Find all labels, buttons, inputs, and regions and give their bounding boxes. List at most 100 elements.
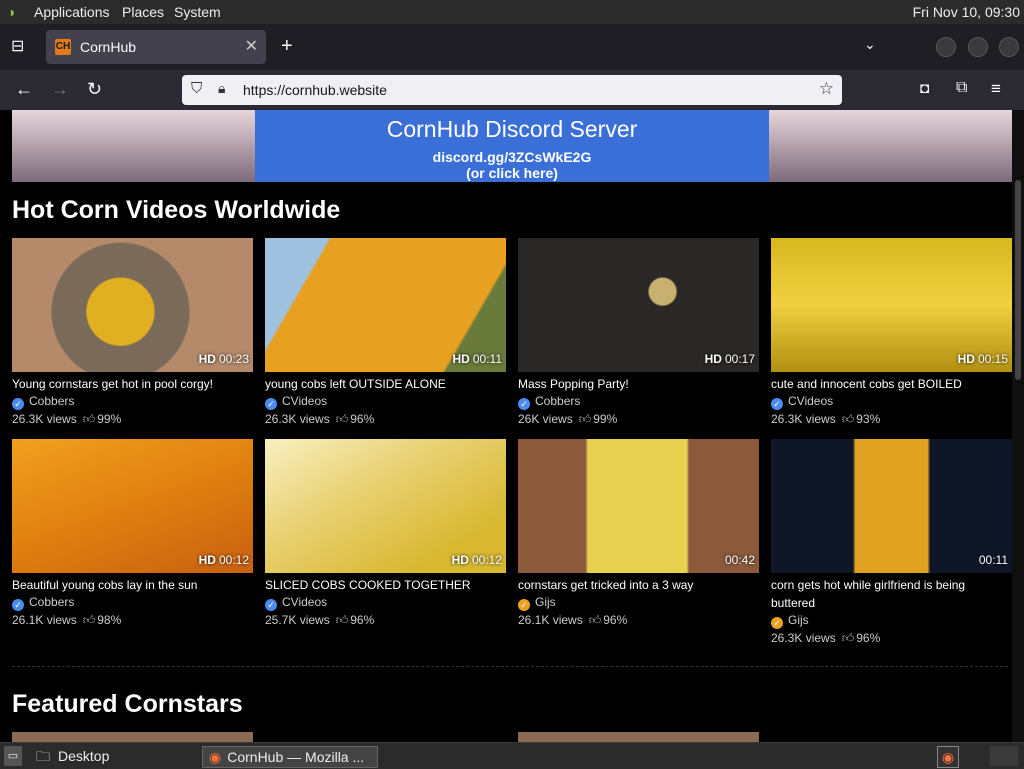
new-tab-icon[interactable]: + <box>281 35 293 58</box>
workspace-switcher-icon[interactable]: ◉ <box>937 746 959 768</box>
section-heading-featured: Featured Cornstars <box>12 690 243 718</box>
banner-right-image <box>769 110 1012 182</box>
close-window-icon[interactable] <box>999 37 1019 57</box>
channel-name[interactable]: Gijs <box>788 613 809 627</box>
thumbs-up-icon: 👍︎ <box>841 631 855 645</box>
channel-name[interactable]: Cobbers <box>535 394 580 408</box>
hd-badge: HD <box>957 352 975 366</box>
video-card[interactable]: HD 00:11 young cobs left OUTSIDE ALONE ✓ C… <box>265 238 506 428</box>
video-thumbnail[interactable]: HD 00:12 <box>265 439 506 573</box>
video-duration: 00:15 <box>977 352 1008 366</box>
video-card[interactable]: 00:42 cornstars get tricked into a 3 way… <box>518 439 759 629</box>
workspace-2[interactable] <box>990 746 1018 766</box>
verified-check-icon: ✓ <box>771 617 783 629</box>
video-thumbnail[interactable]: HD 00:11 <box>265 238 506 372</box>
tab-cornhub[interactable]: CH CornHub ✕ <box>46 30 266 64</box>
bookmark-star-icon[interactable]: ☆ <box>819 79 834 99</box>
video-card[interactable]: HD 00:23 Young cornstars get hot in pool … <box>12 238 253 428</box>
video-duration: 00:11 <box>978 553 1008 567</box>
applications-menu[interactable]: Applications <box>34 4 110 20</box>
video-card[interactable]: HD 00:15 cute and innocent cobs get BOILE… <box>771 238 1012 428</box>
view-count: 26.1K views <box>518 613 583 627</box>
thumbs-up-icon: 👍︎ <box>578 412 592 426</box>
page-content: CornHub Discord Server discord.gg/3ZCsWk… <box>0 110 1012 742</box>
video-thumbnail[interactable]: HD 00:12 <box>12 439 253 573</box>
verified-check-icon: ✓ <box>265 599 277 611</box>
video-thumbnail[interactable]: HD 00:15 <box>771 238 1012 372</box>
video-card[interactable]: HD 00:17 Mass Popping Party! ✓ Cobbers 26K… <box>518 238 759 428</box>
firefox-icon: ◉ <box>209 749 222 765</box>
url-bar[interactable]: ⛉ 🔒︎ https://cornhub.website ☆ <box>182 75 842 105</box>
channel-name[interactable]: CVideos <box>788 394 833 408</box>
video-thumbnail[interactable]: HD 00:17 <box>518 238 759 372</box>
video-title[interactable]: cornstars get tricked into a 3 way <box>518 576 759 594</box>
video-card[interactable]: HD 00:12 Beautiful young cobs lay in the … <box>12 439 253 629</box>
extensions-icon[interactable]: ⧉ <box>956 79 967 97</box>
gnome-foot-icon[interactable]: ◗ <box>8 4 16 20</box>
video-card[interactable]: 00:11 corn gets hot while girlfriend is … <box>771 439 1012 649</box>
tab-close-icon[interactable]: ✕ <box>245 36 258 56</box>
clock[interactable]: Fri Nov 10, 09:30 <box>913 4 1020 20</box>
view-count: 25.7K views <box>265 613 330 627</box>
video-title[interactable]: Beautiful young cobs lay in the sun <box>12 576 253 594</box>
nav-bar: ← → ↻ ⛉ 🔒︎ https://cornhub.website ☆ ◘ ⧉… <box>0 70 1024 110</box>
view-count: 26.3K views <box>12 412 77 426</box>
taskbar-desktop-label: Desktop <box>58 748 110 764</box>
video-title[interactable]: cute and innocent cobs get BOILED <box>771 375 1012 393</box>
maximize-window-icon[interactable] <box>968 37 988 57</box>
video-title[interactable]: young cobs left OUTSIDE ALONE <box>265 375 506 393</box>
rating: 96% <box>603 613 628 627</box>
system-menu[interactable]: System <box>174 4 221 20</box>
featured-cornstar-thumbnail[interactable] <box>518 732 759 742</box>
verified-check-icon: ✓ <box>12 599 24 611</box>
video-title[interactable]: corn gets hot while girlfriend is being … <box>771 576 1012 612</box>
video-thumbnail[interactable]: 00:42 <box>518 439 759 573</box>
taskbar-desktop[interactable]: 🗀︎ Desktop <box>36 746 186 766</box>
scrollbar-thumb[interactable] <box>1015 180 1021 380</box>
url-text[interactable]: https://cornhub.website <box>243 82 387 98</box>
channel-name[interactable]: Cobbers <box>29 595 74 609</box>
menu-hamburger-icon[interactable]: ≡ <box>991 79 1001 99</box>
featured-cornstar-thumbnail[interactable] <box>12 732 253 742</box>
thumbs-up-icon: 👍︎ <box>82 613 96 627</box>
view-count: 26.1K views <box>12 613 77 627</box>
list-all-tabs-icon[interactable]: ⌄ <box>864 36 876 53</box>
channel-name[interactable]: CVideos <box>282 394 327 408</box>
tracking-shield-icon[interactable]: ⛉ <box>191 80 202 97</box>
pocket-icon[interactable]: ◘ <box>920 80 929 97</box>
discord-banner[interactable]: CornHub Discord Server discord.gg/3ZCsWk… <box>12 110 1012 182</box>
show-desktop-icon[interactable]: ▭ <box>4 746 22 766</box>
channel-name[interactable]: Gijs <box>535 595 556 609</box>
channel-name[interactable]: CVideos <box>282 595 327 609</box>
reload-icon[interactable]: ↻ <box>87 79 102 100</box>
rating: 96% <box>350 613 375 627</box>
taskbar-firefox-window[interactable]: ◉ CornHub — Mozilla ... <box>202 746 378 768</box>
view-count: 26.3K views <box>771 631 836 645</box>
video-title[interactable]: Mass Popping Party! <box>518 375 759 393</box>
video-duration: 00:17 <box>724 352 755 366</box>
video-title[interactable]: Young cornstars get hot in pool corgy! <box>12 375 253 393</box>
lock-icon[interactable]: 🔒︎ <box>218 80 225 97</box>
thumbs-up-icon: 👍︎ <box>82 412 96 426</box>
hd-badge: HD <box>198 553 216 567</box>
video-duration: 00:42 <box>724 553 755 567</box>
tab-overview-icon[interactable]: ⊟ <box>11 36 24 56</box>
section-divider <box>12 666 1008 667</box>
video-thumbnail[interactable]: 00:11 <box>771 439 1012 573</box>
video-thumbnail[interactable]: HD 00:23 <box>12 238 253 372</box>
rating: 93% <box>856 412 881 426</box>
hd-badge: HD <box>198 352 216 366</box>
back-icon[interactable]: ← <box>15 79 33 100</box>
minimize-window-icon[interactable] <box>936 37 956 57</box>
banner-title: CornHub Discord Server <box>386 116 638 142</box>
places-menu[interactable]: Places <box>122 4 164 20</box>
page-scrollbar[interactable] <box>1012 110 1024 742</box>
forward-icon[interactable]: → <box>51 79 69 100</box>
video-title[interactable]: SLICED COBS COOKED TOGETHER <box>265 576 506 594</box>
verified-check-icon: ✓ <box>265 398 277 410</box>
video-card[interactable]: HD 00:12 SLICED COBS COOKED TOGETHER ✓ CVi… <box>265 439 506 629</box>
channel-name[interactable]: Cobbers <box>29 394 74 408</box>
rating: 99% <box>593 412 618 426</box>
verified-check-icon: ✓ <box>518 398 530 410</box>
banner-click-here[interactable]: (or click here) <box>255 165 769 181</box>
